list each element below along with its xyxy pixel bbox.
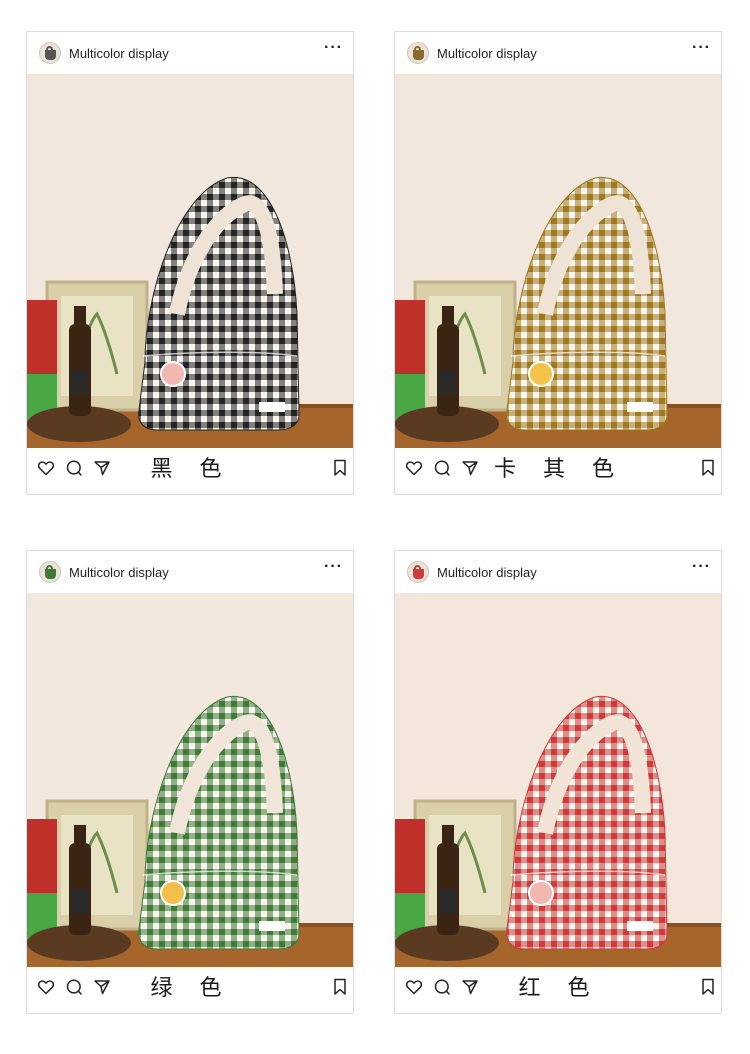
product-photo xyxy=(395,74,721,448)
post-actions: 黑 色 xyxy=(27,448,353,494)
heart-icon[interactable] xyxy=(37,459,55,477)
avatar[interactable] xyxy=(407,561,429,583)
post-card-green: Multicolor display ··· 绿 色 xyxy=(26,550,354,1014)
more-options-icon[interactable]: ··· xyxy=(692,38,711,58)
post-header: Multicolor display ··· xyxy=(395,32,721,74)
more-options-icon[interactable]: ··· xyxy=(324,38,343,58)
post-header: Multicolor display ··· xyxy=(27,32,353,74)
avatar[interactable] xyxy=(39,561,61,583)
post-actions: 绿 色 xyxy=(27,967,353,1013)
heart-icon[interactable] xyxy=(405,978,423,996)
username[interactable]: Multicolor display xyxy=(437,565,537,580)
avatar[interactable] xyxy=(407,42,429,64)
color-label: 卡 其 色 xyxy=(494,457,624,482)
heart-icon[interactable] xyxy=(37,978,55,996)
post-card-black: Multicolor display ··· 黑 色 xyxy=(26,31,354,495)
avatar[interactable] xyxy=(39,42,61,64)
post-card-khaki: Multicolor display ··· 卡 其 色 xyxy=(394,31,722,495)
bookmark-icon[interactable] xyxy=(701,978,719,996)
color-label: 黑 色 xyxy=(150,457,232,482)
post-actions: 卡 其 色 xyxy=(395,448,721,494)
post-actions: 红 色 xyxy=(395,967,721,1013)
heart-icon[interactable] xyxy=(405,459,423,477)
comment-icon[interactable] xyxy=(65,978,83,996)
comment-icon[interactable] xyxy=(65,459,83,477)
post-card-red: Multicolor display ··· 红 色 xyxy=(394,550,722,1014)
product-photo xyxy=(27,74,353,448)
more-options-icon[interactable]: ··· xyxy=(692,557,711,577)
comment-icon[interactable] xyxy=(433,978,451,996)
color-label: 红 色 xyxy=(518,976,600,1001)
product-photo xyxy=(27,593,353,967)
bookmark-icon[interactable] xyxy=(333,978,351,996)
username[interactable]: Multicolor display xyxy=(69,565,169,580)
username[interactable]: Multicolor display xyxy=(69,46,169,61)
post-header: Multicolor display ··· xyxy=(395,551,721,593)
more-options-icon[interactable]: ··· xyxy=(324,557,343,577)
bookmark-icon[interactable] xyxy=(701,459,719,477)
color-label: 绿 色 xyxy=(150,976,232,1001)
username[interactable]: Multicolor display xyxy=(437,46,537,61)
post-header: Multicolor display ··· xyxy=(27,551,353,593)
product-photo xyxy=(395,593,721,967)
bookmark-icon[interactable] xyxy=(333,459,351,477)
comment-icon[interactable] xyxy=(433,459,451,477)
